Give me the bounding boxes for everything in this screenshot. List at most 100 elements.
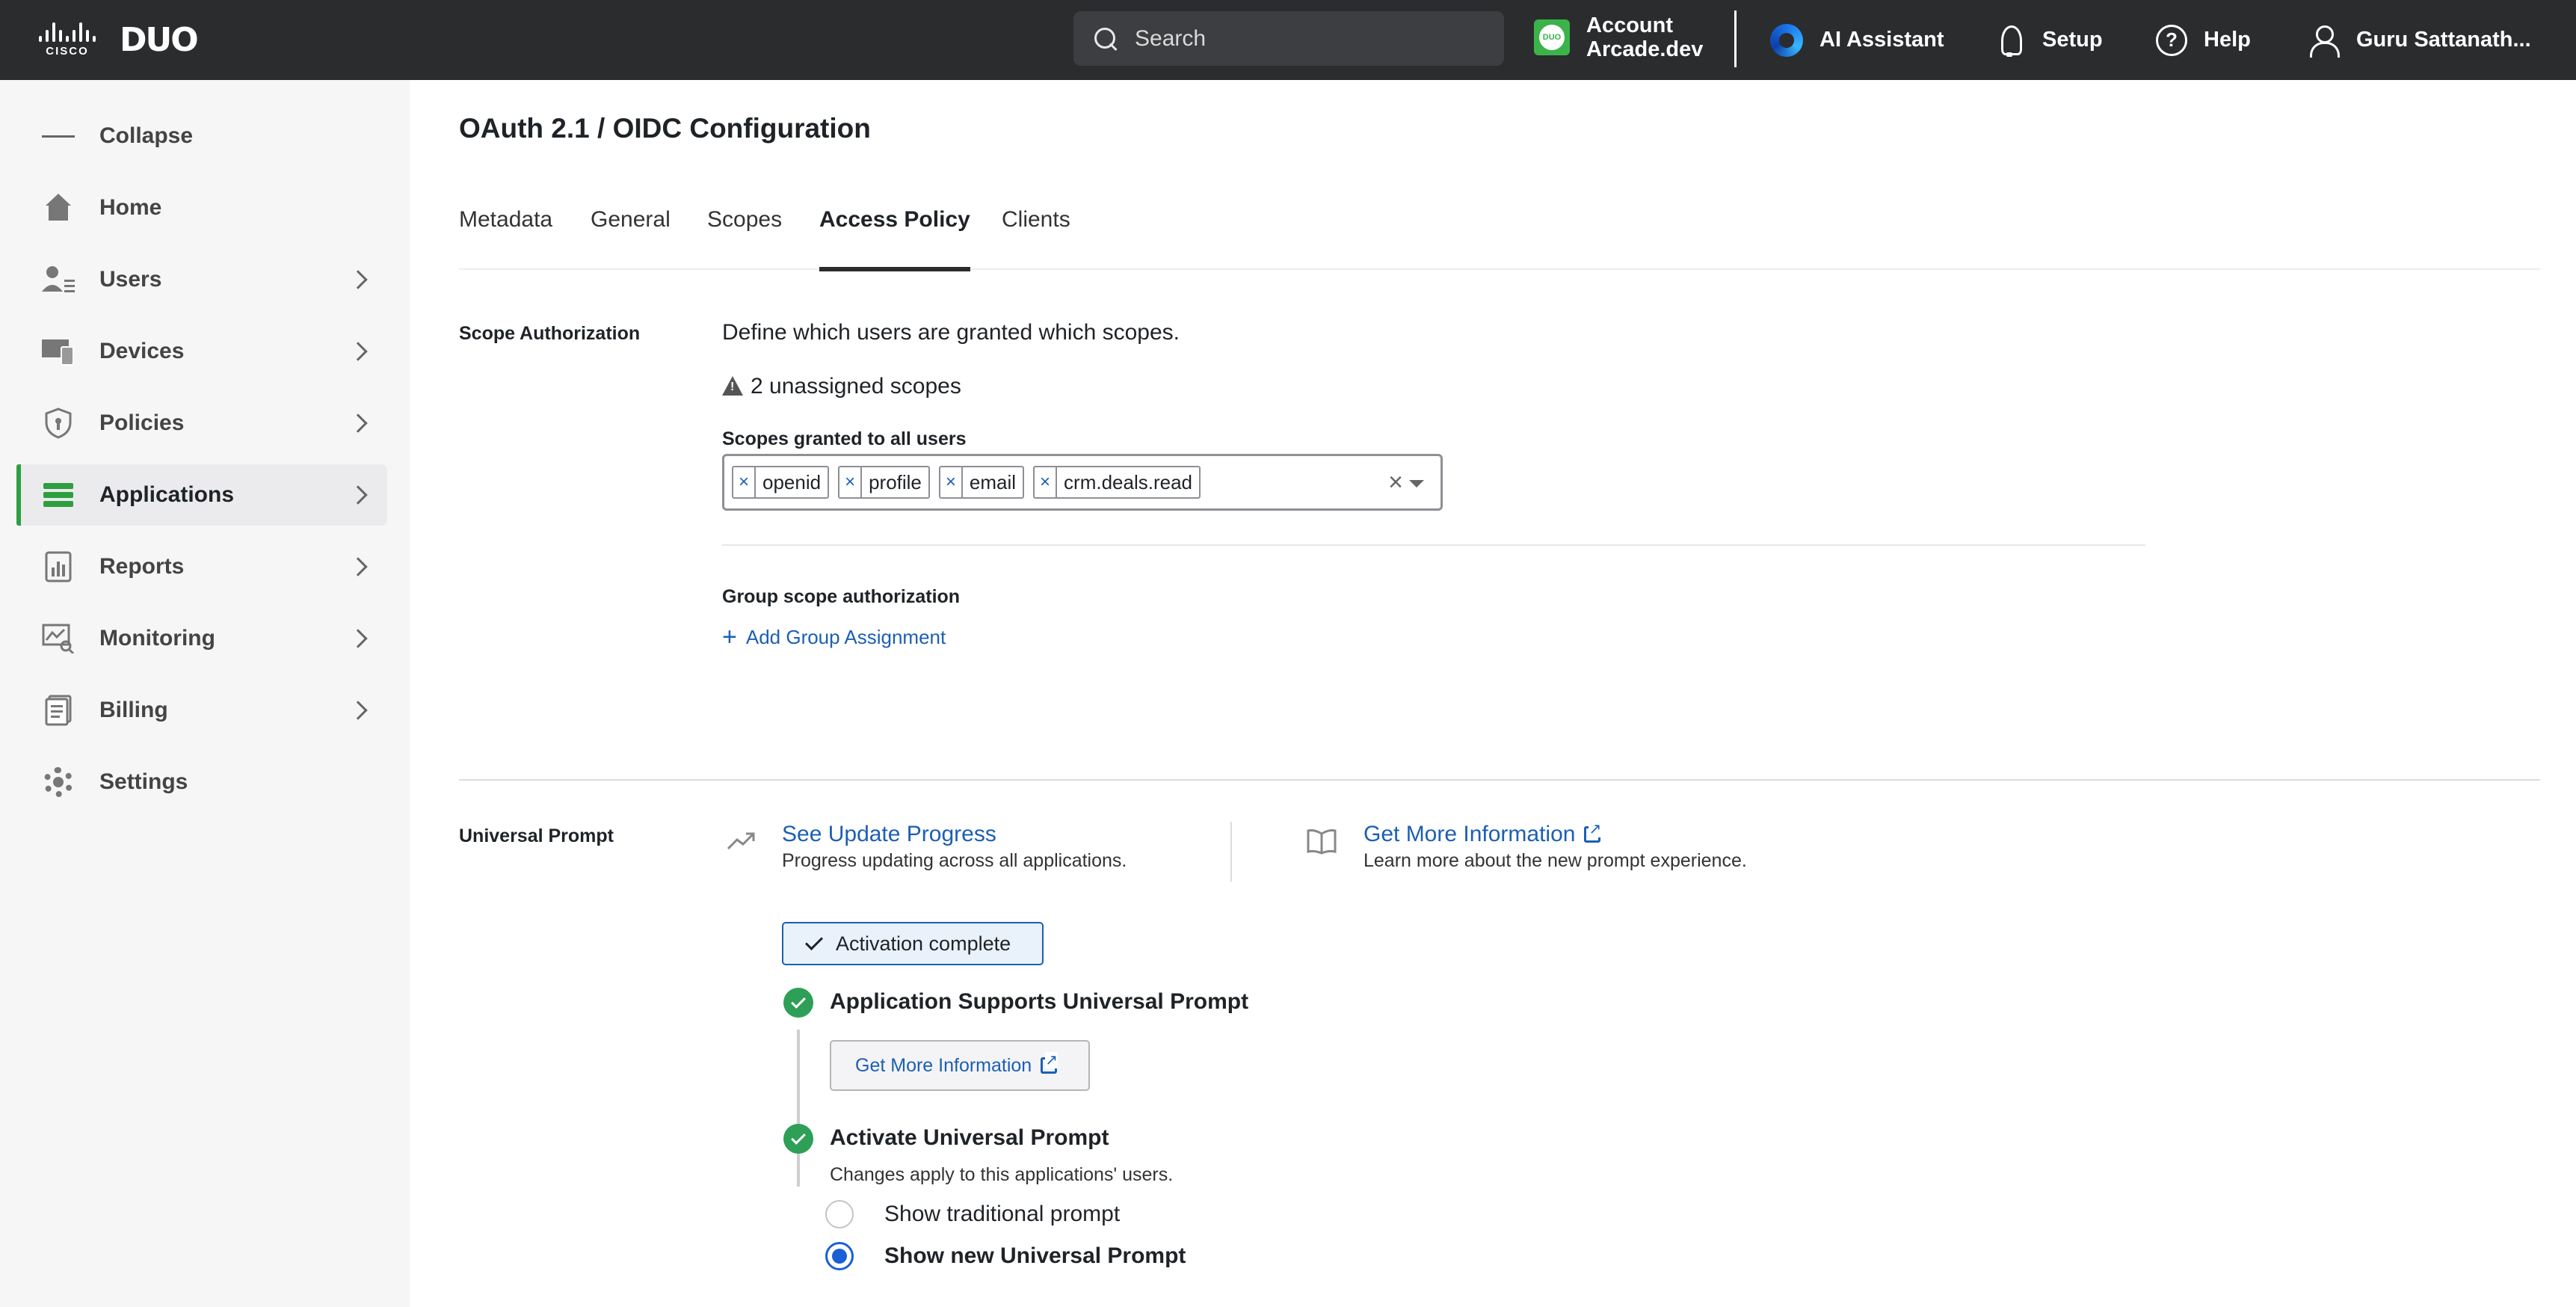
step-supports-title: Application Supports Universal Prompt [830,989,1249,1014]
cisco-logo: CISCO [39,22,96,58]
book-icon [1307,829,1337,855]
chevron-right-icon [348,485,368,505]
sidebar-item-devices[interactable]: Devices [16,321,387,382]
tab-clients[interactable]: Clients [1002,207,1070,270]
sidebar-item-label: Collapse [99,123,194,148]
trending-up-icon [727,832,755,850]
chevron-right-icon [348,270,368,289]
activation-status-badge: Activation complete [782,922,1044,965]
user-menu-button[interactable]: Guru Sattanath... [2307,0,2531,80]
sidebar-item-label: Billing [99,698,168,722]
setup-label: Setup [2042,28,2103,52]
get-more-information-button[interactable]: Get More Information [830,1040,1090,1091]
account-label: Account [1586,13,1673,37]
unassigned-warning-text: 2 unassigned scopes [751,374,961,399]
radio-traditional-prompt[interactable] [825,1200,854,1228]
chevron-right-icon [348,557,368,576]
chevron-right-icon [348,629,368,648]
check-icon [804,932,824,951]
sidebar-item-policies[interactable]: Policies [16,393,387,454]
step-activate-title: Activate Universal Prompt [830,1125,1109,1150]
ai-assistant-button[interactable]: AI Assistant [1770,0,1944,80]
chevron-down-icon[interactable] [1409,480,1424,488]
gear-icon [42,766,75,799]
scope-authorization-label: Scope Authorization [459,323,641,344]
step-connector [797,1030,800,1187]
brand[interactable]: CISCO DUO [39,21,199,59]
top-bar: CISCO DUO DUO Account Arcade.dev AI Assi… [0,0,2576,80]
account-name: Arcade.dev [1586,37,1704,61]
scope-chip-crm-deals-read: × crm.deals.read [1033,466,1201,499]
sidebar-item-label: Devices [99,339,185,363]
scope-description: Define which users are granted which sco… [722,320,1180,345]
scope-chip-email: × email [938,466,1025,499]
see-update-progress-link[interactable]: See Update Progress [782,822,996,847]
tab-access-policy[interactable]: Access Policy [819,207,970,271]
cisco-word: CISCO [46,45,89,58]
clear-all-icon[interactable]: × [1388,468,1403,497]
step-activate-subtext: Changes apply to this applications' user… [830,1164,1174,1185]
devices-icon [42,335,75,368]
chevron-right-icon [348,342,368,361]
sidebar-item-monitoring[interactable]: Monitoring [16,608,387,669]
monitoring-icon [42,622,75,655]
sidebar-item-label: Applications [99,482,235,507]
reports-icon [42,550,75,583]
sidebar-item-label: Users [99,267,162,292]
sidebar-item-reports[interactable]: Reports [16,536,387,597]
universal-prompt-label: Universal Prompt [459,825,614,846]
sidebar-item-label: Settings [99,769,188,794]
setup-button[interactable]: Setup [1993,0,2103,80]
rocket-icon [1993,24,2026,57]
add-group-assignment-link[interactable]: + Add Group Assignment [722,623,946,652]
home-icon [42,191,75,224]
scope-chip-label: openid [762,470,822,493]
chevron-right-icon [348,413,368,433]
scope-chip-label: email [969,470,1017,493]
step-complete-icon [783,1124,813,1154]
remove-chip-icon[interactable]: × [940,467,963,497]
sidebar-item-users[interactable]: Users [16,249,387,310]
sidebar-item-label: Reports [99,554,185,579]
get-more-information-button-label: Get More Information [855,1054,1032,1076]
duo-logo: DUO [120,21,199,59]
sidebar-item-applications[interactable]: Applications [16,464,387,526]
help-label: Help [2204,28,2251,52]
topbar-divider [1734,10,1737,67]
scopes-multiselect[interactable]: × openid × profile × email × crm.deals.r… [722,454,1443,511]
sidebar-item-home[interactable]: Home [16,177,387,239]
sidebar-item-label: Policies [99,410,185,435]
search-bar[interactable] [1073,11,1504,66]
remove-chip-icon[interactable]: × [839,467,863,497]
shield-icon [42,407,75,440]
sidebar-item-settings[interactable]: Settings [16,751,387,813]
ai-assistant-label: AI Assistant [1819,28,1944,52]
search-input[interactable] [1135,25,1464,52]
page-title: OAuth 2.1 / OIDC Configuration [459,113,871,144]
vertical-divider [1230,822,1232,882]
section-divider [459,779,2540,781]
tab-bar: Metadata General Scopes Access Policy Cl… [459,207,2540,271]
user-name: Guru Sattanath... [2356,28,2531,52]
scope-chip-label: crm.deals.read [1064,470,1193,493]
get-more-information-label: Get More Information [1364,822,1576,846]
remove-chip-icon[interactable]: × [1035,467,1058,497]
account-switcher[interactable]: DUO Account Arcade.dev [1534,13,1703,61]
main-content: OAuth 2.1 / OIDC Configuration Metadata … [410,80,2576,1307]
users-icon [42,263,75,296]
tab-metadata[interactable]: Metadata [459,207,552,270]
radio-new-label[interactable]: Show new Universal Prompt [884,1243,1186,1269]
tab-general[interactable]: General [591,207,671,270]
sidebar-item-billing[interactable]: Billing [16,680,387,741]
help-button[interactable]: ? Help [2156,0,2251,80]
sidebar-item-collapse[interactable]: Collapse [16,105,387,167]
remove-chip-icon[interactable]: × [733,467,756,497]
unassigned-warning: 2 unassigned scopes [722,374,961,399]
get-more-information-link[interactable]: Get More Information [1364,821,1602,847]
radio-traditional-label[interactable]: Show traditional prompt [884,1202,1120,1227]
ai-assistant-icon [1770,23,1803,57]
menu-icon [42,120,76,153]
external-link-icon [1584,821,1602,843]
radio-new-universal-prompt[interactable] [825,1242,854,1270]
tab-scopes[interactable]: Scopes [707,207,782,270]
